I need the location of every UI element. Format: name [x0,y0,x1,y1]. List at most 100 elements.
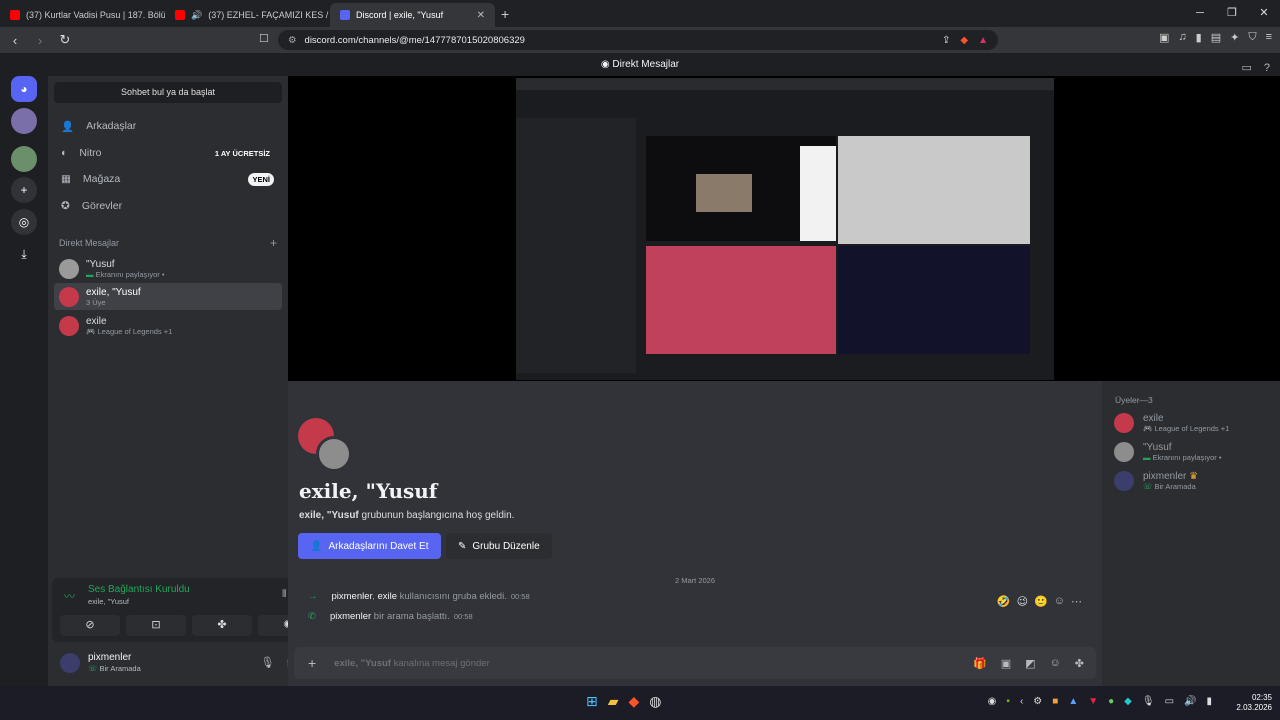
add-server-icon[interactable]: + [11,177,37,203]
tray-icon[interactable]: ‹ [1020,696,1023,707]
sticker-icon[interactable]: ◩ [1025,657,1035,670]
activities-button[interactable]: ✤ [192,615,252,636]
media-icon[interactable]: ♫ [1178,31,1186,44]
dm-item[interactable]: exile 🎮 League of Legends +1 [54,312,282,339]
member-item[interactable]: pixmenler ♛ ☏ Bir Aramada [1114,468,1198,494]
tray-icon[interactable]: ⚙ [1033,696,1042,707]
reload-icon[interactable]: ↻ [55,32,75,48]
brave-browser-icon[interactable]: ◆ [629,693,640,710]
browser-tab[interactable]: (37) Kurtlar Vadisi Pusu | 187. Bölüm [0,3,165,27]
emoji-smile-icon[interactable]: 🙂 [1034,595,1048,608]
new-tab-button[interactable]: + [501,6,509,22]
discover-icon[interactable]: ◎ [11,209,37,235]
leo-icon[interactable]: ✦ [1230,31,1239,44]
edit-group-button[interactable]: ✎ Grubu Düzenle [446,533,552,559]
browser-tab-active[interactable]: Discord | exile, "Yusuf ✕ [330,3,495,27]
apps-icon[interactable]: ✤ [1075,657,1084,670]
quests-icon: ✪ [61,200,70,212]
share-icon[interactable]: ⇪ [942,35,950,46]
in-call-icon: ☏ [88,664,98,673]
shared-screen-image[interactable] [516,78,1054,380]
nvidia-icon[interactable]: ▪ [1006,696,1010,707]
network-icon[interactable]: ▭ [1165,696,1174,707]
tray-icon[interactable]: ◆ [1124,696,1132,707]
tray-icon[interactable]: ▼ [1088,696,1098,707]
close-window-icon[interactable]: ✕ [1248,0,1280,27]
sidebar-item-shop[interactable]: ▦ Mağaza YENİ [54,166,282,192]
sidebar-item-quests[interactable]: ✪ Görevler [54,193,282,219]
more-icon[interactable]: ⋯ [1071,595,1082,608]
vpn-icon[interactable]: ⛉ [1248,31,1256,44]
camera-off-button[interactable]: ⊘ [60,615,120,636]
emoji-wink-icon[interactable]: 😉 [1017,595,1028,608]
group-avatar [59,286,79,307]
add-reaction-icon[interactable]: ☺ [1054,595,1065,608]
discord-home-icon[interactable]: ◕ [11,76,37,102]
member-item[interactable]: "Yusuf ▬ Ekranını paylaşıyor • [1114,439,1222,465]
microphone-icon[interactable]: 🎙 [260,656,274,669]
avatar [59,258,79,279]
file-explorer-icon[interactable]: ▰ [608,693,619,710]
sidebar-icon[interactable]: ▮ [1196,31,1202,44]
browser-tab[interactable]: 🔊(37) EZHEL- FAÇAMIZI KES / ROL [165,3,330,27]
app-icon[interactable]: ◍ [649,693,661,710]
avatar [1114,442,1134,462]
find-conversation-button[interactable]: Sohbet bul ya da başlat [54,82,282,103]
group-name: exile, "Yusuf [299,479,438,503]
tray-icon[interactable]: ■ [1052,696,1058,707]
dm-item[interactable]: "Yusuf ▬ Ekranını paylaşıyor • [54,255,282,282]
user-status: Bir Aramada [99,664,141,673]
gift-icon[interactable]: 🎁 [973,657,987,670]
tray-icon[interactable]: ◉ [988,696,997,707]
user-name[interactable]: pixmenler [88,652,131,663]
invite-friends-button[interactable]: 👤 Arkadaşlarını Davet Et [298,533,441,559]
maximize-icon[interactable]: ❐ [1216,0,1248,27]
address-bar[interactable]: ⚙ discord.com/channels/@me/1477787015020… [278,30,998,50]
volume-icon[interactable]: 🔊 [1184,696,1196,707]
voice-status[interactable]: Ses Bağlantısı Kuruldu [88,584,190,595]
battery-icon[interactable]: ▮ [1206,696,1212,707]
minimize-icon[interactable]: ─ [1184,0,1216,27]
forward-icon[interactable]: › [30,33,50,48]
attach-plus-icon[interactable]: + [308,655,316,671]
date-divider: 2 Mart 2026 [674,576,716,585]
extensions-icon[interactable]: ▤ [1211,31,1221,44]
chat-area: exile, "Yusuf exile, "Yusuf grubunun baş… [288,381,1102,686]
server-icon[interactable] [11,146,37,172]
system-message[interactable]: ✆ pixmenler bir arama başlattı. 00:58 [308,611,1088,622]
tray-icon[interactable]: ▲ [1068,696,1078,707]
close-tab-icon[interactable]: ✕ [477,10,485,21]
member-item[interactable]: exile 🎮 League of Legends +1 [1114,410,1229,436]
nitro-icon: ◐ [61,147,68,159]
taskbar-clock[interactable]: 02:35 2.03.2026 [1236,693,1272,713]
system-message[interactable]: → pixmenler, exile kullanıcısını gruba e… [308,591,1088,602]
wallet-icon[interactable]: ▣ [1159,31,1169,44]
microphone-tray-icon[interactable]: 🎙 [1142,696,1155,707]
tray-icon[interactable]: ● [1108,696,1114,707]
back-icon[interactable]: ‹ [5,33,25,48]
bookmark-icon[interactable]: ☐ [259,32,269,45]
brave-shields-icon[interactable]: ◆ [960,35,968,46]
screen-share-icon: ▬ [1143,453,1151,462]
create-dm-icon[interactable]: + [270,236,277,250]
menu-icon[interactable]: ≡ [1266,31,1272,44]
call-icon: ✆ [308,611,316,622]
emoji-laugh-icon[interactable]: 🤣 [997,595,1011,608]
site-info-icon[interactable]: ⚙ [288,35,297,46]
start-icon[interactable]: ⊞ [586,693,598,710]
download-icon[interactable]: ⤓ [11,241,37,267]
noise-suppression-icon[interactable]: ⦀ [282,589,286,600]
sidebar-item-nitro[interactable]: ◐ Nitro 1 AY ÜCRETSİZ [54,140,282,166]
dm-item-selected[interactable]: exile, "Yusuf 3 Üye [54,283,282,310]
emoji-icon[interactable]: ☺ [1050,657,1061,670]
user-avatar[interactable] [60,653,80,673]
message-input[interactable]: + exile, "Yusuf kanalına mesaj gönder 🎁 … [294,647,1096,679]
gif-icon[interactable]: ▣ [1001,657,1011,670]
screen-share-button[interactable]: ⊡ [126,615,186,636]
server-icon[interactable] [11,108,37,134]
member-header: Üyeler—3 [1115,395,1153,405]
dm-sidebar: Sohbet bul ya da başlat 👤 Arkadaşlar ◐ Nit… [48,76,332,686]
sidebar-item-friends[interactable]: 👤 Arkadaşlar [54,113,282,139]
screen-share-stream[interactable] [288,76,1280,381]
brave-rewards-icon[interactable]: ▲ [978,35,988,46]
